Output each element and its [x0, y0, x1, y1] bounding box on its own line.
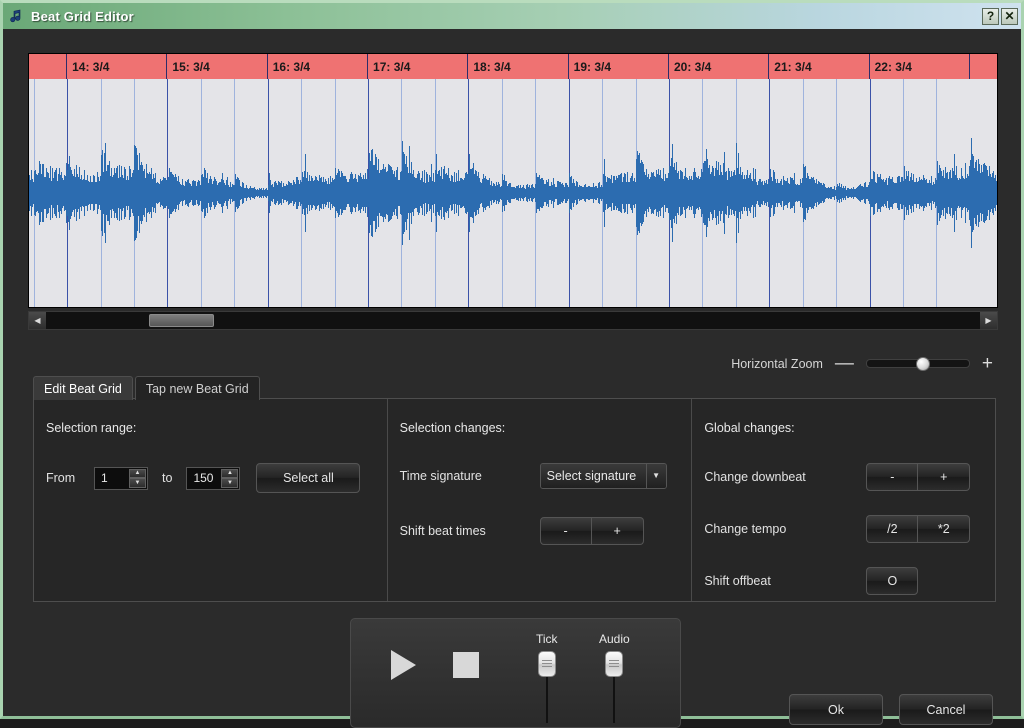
global-changes-title: Global changes:	[704, 421, 995, 435]
selection-range-title: Selection range:	[46, 421, 387, 435]
horizontal-zoom-label: Horizontal Zoom	[731, 357, 823, 371]
to-label: to	[162, 471, 172, 485]
time-signature-select[interactable]: Select signature ▼	[540, 463, 667, 489]
time-signature-label: Time signature	[400, 469, 540, 483]
editor-panels: Selection range: From ▲ ▼ to ▲	[33, 398, 996, 602]
music-note-icon	[9, 8, 25, 24]
close-button[interactable]: ✕	[1001, 8, 1018, 25]
shift-beat-times-minus-button[interactable]: -	[540, 517, 592, 545]
selection-changes-title: Selection changes:	[400, 421, 692, 435]
from-spinner[interactable]: ▲ ▼	[94, 467, 148, 490]
waveform-view[interactable]: : 3/414: 3/415: 3/416: 3/417: 3/418: 3/4…	[28, 53, 998, 308]
from-input[interactable]	[95, 471, 129, 485]
change-tempo-buttons: /2 *2	[866, 515, 970, 543]
change-downbeat-buttons: - +	[866, 463, 970, 491]
from-spinner-buttons: ▲ ▼	[129, 469, 146, 488]
zoom-slider-thumb[interactable]	[916, 357, 930, 371]
scroll-left-arrow-icon[interactable]: ◀	[29, 312, 46, 329]
scroll-right-glyph: ▶	[985, 317, 991, 325]
bar-marker[interactable]: 15: 3/4	[167, 54, 267, 79]
waveform-horizontal-scrollbar[interactable]: ◀ ▶	[28, 311, 998, 330]
change-downbeat-plus-button[interactable]: +	[918, 463, 970, 491]
bar-ruler[interactable]: : 3/414: 3/415: 3/416: 3/417: 3/418: 3/4…	[29, 54, 997, 79]
zoom-in-button[interactable]: +	[982, 354, 993, 373]
from-spinner-up[interactable]: ▲	[129, 469, 146, 479]
shift-offbeat-label: Shift offbeat	[704, 574, 866, 588]
selection-range-panel: Selection range: From ▲ ▼ to ▲	[34, 399, 387, 601]
selection-changes-panel: Selection changes: Time signature Select…	[388, 399, 692, 601]
bar-marker[interactable]: 19: 3/4	[569, 54, 669, 79]
tick-fader: Tick	[536, 632, 558, 723]
scroll-left-glyph: ◀	[34, 317, 40, 325]
help-button[interactable]: ?	[982, 8, 999, 25]
tab-tap-new-beat-grid[interactable]: Tap new Beat Grid	[135, 376, 260, 400]
tab-edit-beat-grid[interactable]: Edit Beat Grid	[33, 376, 133, 400]
scrollbar-track[interactable]	[46, 312, 980, 329]
from-label: From	[46, 471, 94, 485]
dialog-buttons: Ok Cancel	[789, 694, 993, 725]
title-bar-buttons: ? ✕	[982, 8, 1018, 25]
to-spinner-up[interactable]: ▲	[221, 469, 238, 479]
tick-fader-label: Tick	[536, 632, 558, 646]
editor-tabs: Edit Beat Grid Tap new Beat Grid	[33, 376, 260, 400]
bar-marker[interactable]: 16: 3/4	[268, 54, 368, 79]
waveform-sample	[996, 181, 997, 204]
change-downbeat-row: Change downbeat - +	[704, 463, 995, 491]
audio-fader-track[interactable]	[613, 651, 615, 723]
shift-offbeat-button[interactable]: O	[866, 567, 918, 595]
shift-beat-times-buttons: - +	[540, 517, 644, 545]
select-all-button[interactable]: Select all	[256, 463, 360, 493]
beat-grid-editor-window: Beat Grid Editor ? ✕ : 3/414: 3/415: 3/4…	[0, 0, 1024, 719]
bar-marker[interactable]: 14: 3/4	[67, 54, 167, 79]
time-signature-value: Select signature	[541, 464, 646, 488]
to-spinner-buttons: ▲ ▼	[221, 469, 238, 488]
chevron-down-icon[interactable]: ▼	[646, 464, 666, 488]
change-downbeat-minus-button[interactable]: -	[866, 463, 918, 491]
bar-marker[interactable]: 20: 3/4	[669, 54, 769, 79]
scroll-right-arrow-icon[interactable]: ▶	[980, 312, 997, 329]
selection-range-row: From ▲ ▼ to ▲ ▼	[46, 463, 387, 493]
shift-beat-times-row: Shift beat times - +	[400, 517, 692, 545]
title-bar: Beat Grid Editor ? ✕	[3, 3, 1021, 29]
to-input[interactable]	[187, 471, 221, 485]
bar-marker[interactable]: 22: 3/4	[870, 54, 970, 79]
global-changes-panel: Global changes: Change downbeat - + Chan…	[692, 399, 995, 601]
zoom-out-button[interactable]: —	[835, 354, 854, 373]
stop-button[interactable]	[453, 652, 479, 678]
shift-beat-times-label: Shift beat times	[400, 524, 540, 538]
change-tempo-label: Change tempo	[704, 522, 866, 536]
zoom-slider-track[interactable]	[866, 359, 970, 368]
to-spinner[interactable]: ▲ ▼	[186, 467, 240, 490]
audio-fader-label: Audio	[599, 632, 630, 646]
audio-fader: Audio	[599, 632, 630, 723]
change-downbeat-label: Change downbeat	[704, 470, 866, 484]
bar-marker[interactable]: 17: 3/4	[368, 54, 468, 79]
tempo-double-button[interactable]: *2	[918, 515, 970, 543]
window-body: : 3/414: 3/415: 3/416: 3/417: 3/418: 3/4…	[3, 29, 1021, 716]
scrollbar-thumb[interactable]	[149, 314, 214, 327]
tick-fader-thumb[interactable]	[538, 651, 556, 677]
waveform-canvas[interactable]	[29, 79, 997, 307]
audio-fader-thumb[interactable]	[605, 651, 623, 677]
bar-marker[interactable]: 21: 3/4	[769, 54, 869, 79]
transport-panel: Tick Audio	[350, 618, 681, 728]
time-signature-row: Time signature Select signature ▼	[400, 463, 692, 489]
horizontal-zoom-control: Horizontal Zoom — +	[731, 354, 993, 373]
change-tempo-row: Change tempo /2 *2	[704, 515, 995, 543]
to-spinner-down[interactable]: ▼	[221, 478, 238, 488]
bar-marker[interactable]: : 3/4	[29, 54, 67, 79]
tick-fader-track[interactable]	[546, 651, 548, 723]
cancel-button[interactable]: Cancel	[899, 694, 993, 725]
play-button[interactable]	[391, 650, 416, 680]
bar-marker[interactable]: 18: 3/4	[468, 54, 568, 79]
shift-beat-times-plus-button[interactable]: +	[592, 517, 644, 545]
from-spinner-down[interactable]: ▼	[129, 478, 146, 488]
chevron-down-glyph: ▼	[652, 472, 660, 480]
shift-offbeat-row: Shift offbeat O	[704, 567, 995, 595]
ok-button[interactable]: Ok	[789, 694, 883, 725]
tempo-halve-button[interactable]: /2	[866, 515, 918, 543]
window-title: Beat Grid Editor	[31, 9, 134, 24]
